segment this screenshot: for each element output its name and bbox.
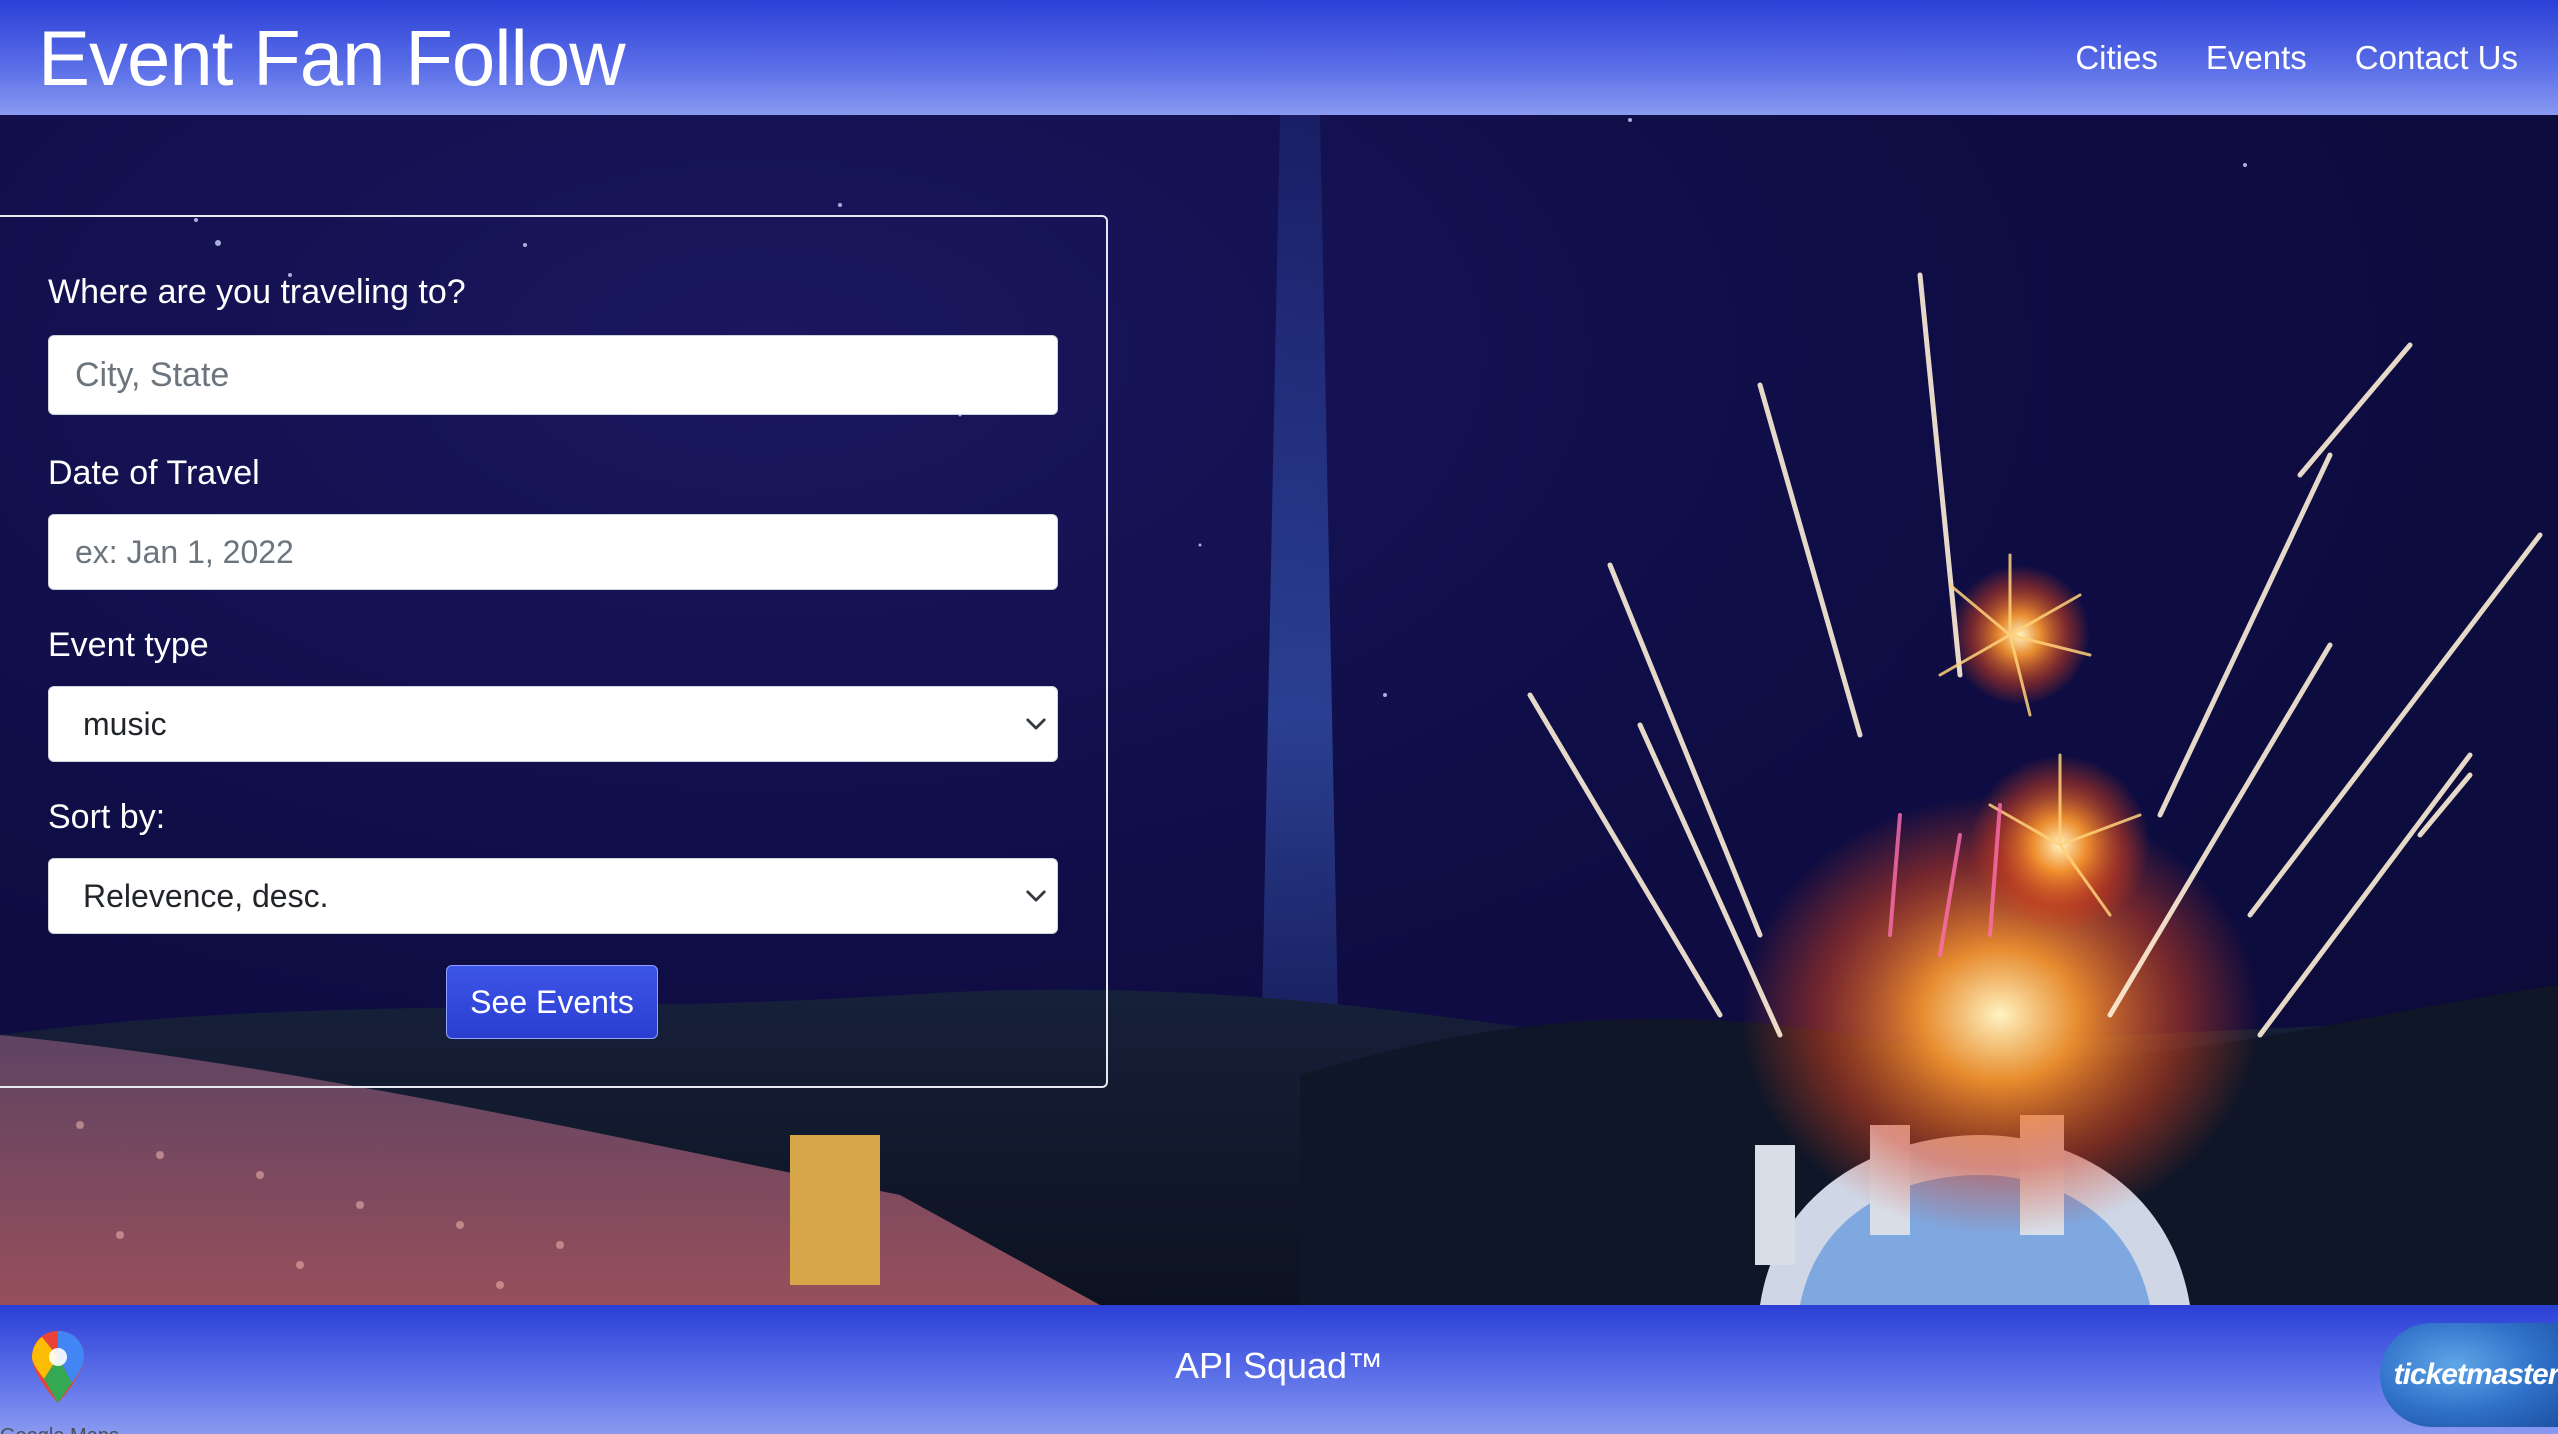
- nav-cities[interactable]: Cities: [2075, 39, 2158, 77]
- destination-input[interactable]: [48, 335, 1058, 415]
- event-type-select[interactable]: music: [48, 686, 1058, 762]
- event-type-label: Event type: [48, 626, 209, 664]
- footer-copyright: API Squad™: [1174, 1345, 1384, 1386]
- google-maps-label: Google Maps: [0, 1425, 119, 1434]
- site-footer: Google Maps API Squad™ ticketmaster: [0, 1305, 2558, 1434]
- sort-by-label: Sort by:: [48, 798, 166, 836]
- site-brand[interactable]: Event Fan Follow: [38, 19, 626, 97]
- sort-by-value: Relevence, desc.: [83, 877, 329, 914]
- chevron-down-icon: [1026, 890, 1046, 902]
- nav-contact-us[interactable]: Contact Us: [2355, 39, 2518, 77]
- chevron-down-icon: [1026, 718, 1046, 730]
- search-form: Where are you traveling to? Date of Trav…: [0, 215, 1108, 1088]
- main-nav: Cities Events Contact Us: [2075, 39, 2518, 77]
- sort-by-select[interactable]: Relevence, desc.: [48, 858, 1058, 934]
- date-label: Date of Travel: [48, 454, 260, 492]
- site-header: Event Fan Follow Cities Events Contact U…: [0, 0, 2558, 115]
- ticketmaster-logo[interactable]: ticketmaster: [2380, 1323, 2558, 1427]
- destination-label: Where are you traveling to?: [48, 273, 466, 311]
- date-input[interactable]: [48, 514, 1058, 590]
- nav-events[interactable]: Events: [2206, 39, 2307, 77]
- see-events-button[interactable]: See Events: [446, 965, 658, 1039]
- event-type-value: music: [83, 705, 167, 742]
